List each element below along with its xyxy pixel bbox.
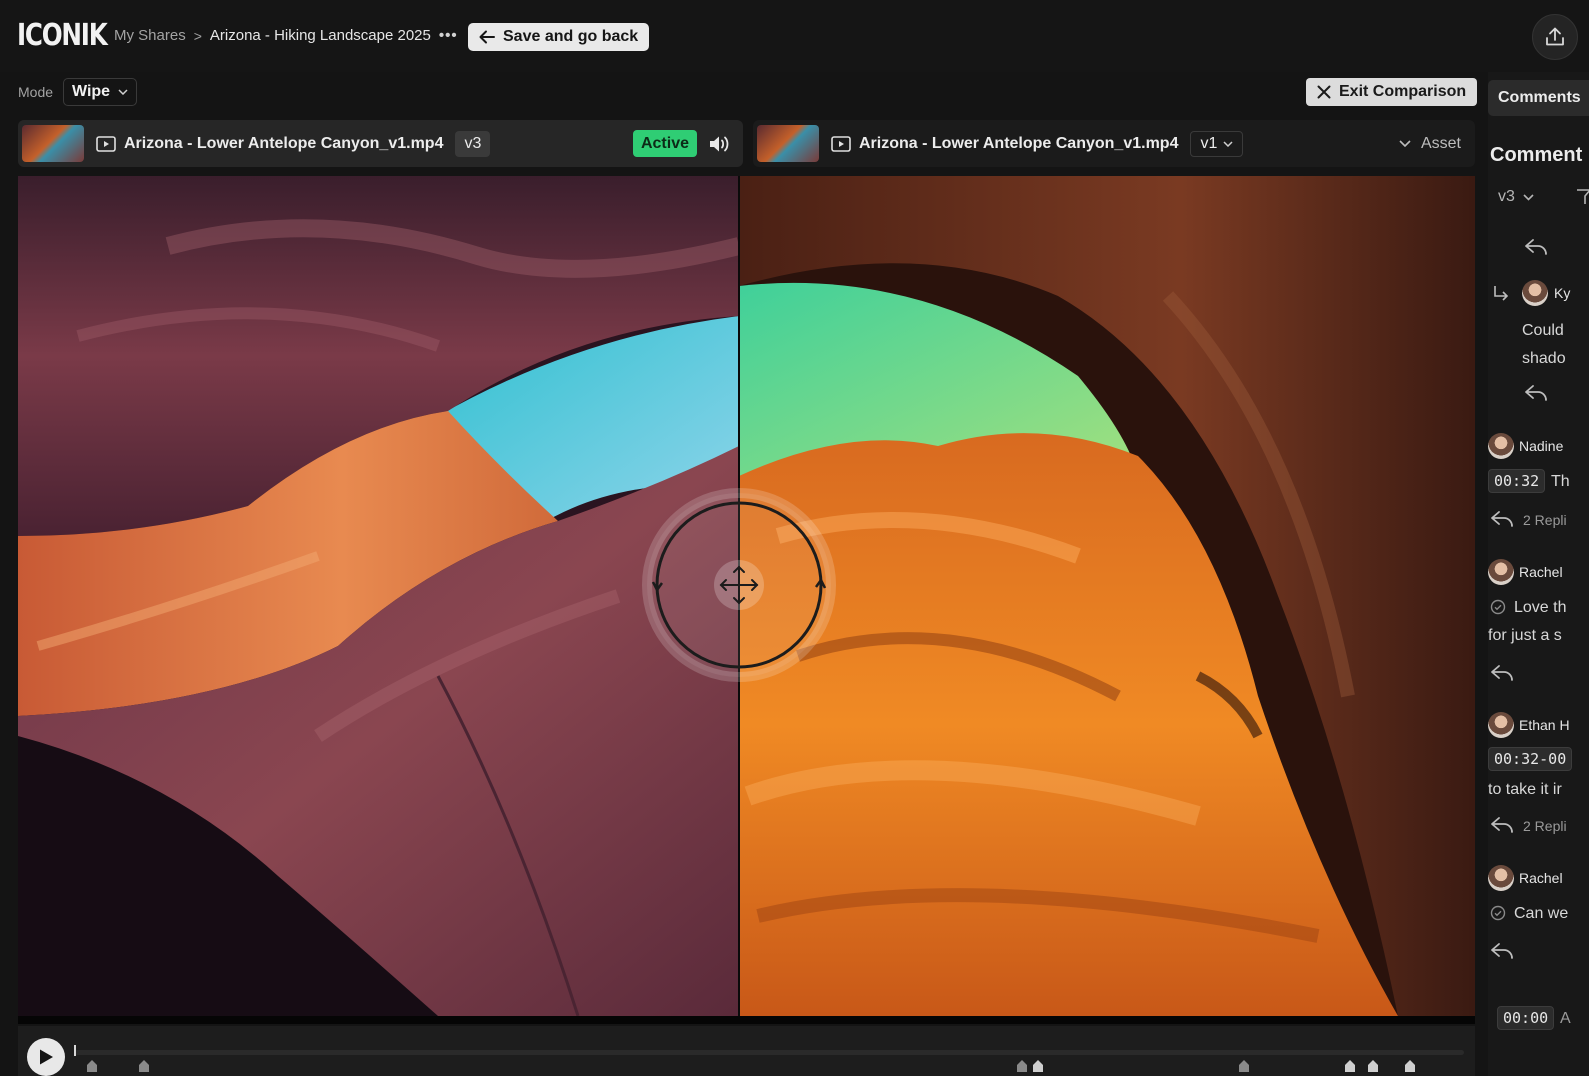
timeline-track[interactable] xyxy=(74,1050,1464,1055)
mode-value: Wipe xyxy=(72,83,111,100)
comment-author: Rachel xyxy=(1519,564,1563,580)
filter-icon[interactable] xyxy=(1576,188,1589,206)
composer-timecode[interactable]: 00:00 xyxy=(1497,1006,1555,1030)
exit-comparison-button[interactable]: Exit Comparison xyxy=(1306,78,1478,106)
comment-marker[interactable] xyxy=(1368,1060,1378,1072)
replies-count[interactable]: 2 Repli xyxy=(1523,818,1567,834)
breadcrumb-current[interactable]: Arizona - Hiking Landscape 2025 xyxy=(210,27,431,44)
comment-author: Nadine xyxy=(1519,438,1564,454)
breadcrumb: My Shares > Arizona - Hiking Landscape 2… xyxy=(114,27,458,44)
mode-label: Mode xyxy=(18,84,54,100)
viewer-letterbox xyxy=(18,1016,1475,1024)
comment-text: Love th xyxy=(1514,599,1567,616)
comment-marker[interactable] xyxy=(1405,1060,1415,1072)
asset-toggle-label: Asset xyxy=(1420,134,1461,152)
video-file-icon xyxy=(831,135,851,152)
right-asset-file-name: Arizona - Lower Antelope Canyon_v1.mp4 xyxy=(859,134,1179,152)
reply-icon[interactable] xyxy=(1490,816,1514,834)
left-asset-thumbnail xyxy=(22,125,84,162)
comment-text: Can we xyxy=(1514,905,1569,922)
exit-comparison-label: Exit Comparison xyxy=(1339,83,1467,100)
replies-count[interactable]: 2 Repli xyxy=(1523,512,1567,528)
left-asset-version-label: v3 xyxy=(464,134,482,152)
right-asset-version-select[interactable]: v1 xyxy=(1190,130,1244,157)
left-asset-header: Arizona - Lower Antelope Canyon_v1.mp4 v… xyxy=(18,120,743,167)
arrow-left-icon xyxy=(479,30,495,44)
breadcrumb-separator: > xyxy=(193,27,202,44)
comment-timecode[interactable]: 00:32-00 xyxy=(1488,747,1573,771)
avatar xyxy=(1488,559,1514,585)
avatar xyxy=(1488,865,1514,891)
comment-marker[interactable] xyxy=(1345,1060,1355,1072)
comparison-viewer[interactable] xyxy=(18,176,1475,1016)
right-asset-version-label: v1 xyxy=(1200,134,1218,152)
comment-marker[interactable] xyxy=(1033,1060,1043,1072)
right-asset-header: Arizona - Lower Antelope Canyon_v1.mp4 v… xyxy=(753,120,1475,167)
volume-icon[interactable] xyxy=(707,133,731,155)
canyon-frames xyxy=(18,176,1475,1016)
right-asset-thumbnail xyxy=(757,125,819,162)
comment-timecode[interactable]: 00:32 xyxy=(1488,469,1546,493)
comment-text: to take it ir xyxy=(1488,781,1562,798)
comment-marker[interactable] xyxy=(139,1060,149,1072)
chevron-down-icon xyxy=(1223,140,1233,147)
reply-icon[interactable] xyxy=(1524,384,1548,402)
comment-marker[interactable] xyxy=(1017,1060,1027,1072)
active-badge: Active xyxy=(632,130,697,157)
comments-title: Comment xyxy=(1490,144,1583,166)
reply-thread-icon xyxy=(1494,286,1509,301)
comment-text: Could xyxy=(1522,322,1564,339)
reply-icon[interactable] xyxy=(1490,942,1514,960)
check-circle-icon[interactable] xyxy=(1490,905,1506,921)
comment-author: Ky xyxy=(1554,285,1571,301)
video-file-icon xyxy=(96,135,116,152)
avatar xyxy=(1488,712,1514,738)
left-asset-file-name: Arizona - Lower Antelope Canyon_v1.mp4 xyxy=(124,134,444,152)
check-circle-icon[interactable] xyxy=(1490,599,1506,615)
close-icon xyxy=(1317,85,1331,99)
play-button[interactable] xyxy=(27,1038,65,1076)
wipe-handle[interactable] xyxy=(642,488,836,682)
comment-author: Rachel xyxy=(1519,870,1563,886)
composer-placeholder[interactable]: A xyxy=(1560,1010,1571,1028)
comment-marker[interactable] xyxy=(1239,1060,1249,1072)
reply-icon[interactable] xyxy=(1490,664,1514,682)
chevron-down-icon xyxy=(1399,140,1411,147)
left-asset-version[interactable]: v3 xyxy=(455,130,491,157)
save-button-label: Save and go back xyxy=(503,28,639,45)
avatar xyxy=(1522,280,1548,306)
comment-text: Th xyxy=(1551,473,1570,490)
comments-version-select[interactable]: v3 xyxy=(1498,188,1534,206)
top-bar: ICONIK My Shares > Arizona - Hiking Land… xyxy=(0,0,1589,72)
reply-icon[interactable] xyxy=(1490,510,1514,528)
reply-icon[interactable] xyxy=(1524,238,1548,256)
breadcrumb-my-shares[interactable]: My Shares xyxy=(114,27,186,44)
upload-button[interactable] xyxy=(1532,14,1578,60)
comments-version-label: v3 xyxy=(1498,188,1515,205)
save-and-go-back-button[interactable]: Save and go back xyxy=(468,23,650,51)
mode-select[interactable]: Wipe xyxy=(63,78,138,106)
more-options-icon[interactable]: ••• xyxy=(439,27,458,44)
asset-panel-toggle[interactable]: Asset xyxy=(1399,135,1461,153)
chevron-down-icon xyxy=(1523,193,1534,201)
tab-comments[interactable]: Comments xyxy=(1488,80,1589,116)
avatar xyxy=(1488,433,1514,459)
upload-icon xyxy=(1546,27,1564,46)
chevron-down-icon xyxy=(118,89,128,95)
timeline-playhead[interactable] xyxy=(74,1045,76,1056)
comment-marker[interactable] xyxy=(87,1060,97,1072)
play-icon xyxy=(40,1049,53,1065)
comments-panel: Comments Comment v3 Ky Could shado Nadin… xyxy=(1488,72,1589,1076)
comment-author: Ethan H xyxy=(1519,717,1570,733)
comment-text: for just a s xyxy=(1488,627,1562,644)
iconik-logo[interactable]: ICONIK xyxy=(17,18,108,53)
comment-text: shado xyxy=(1522,350,1566,367)
